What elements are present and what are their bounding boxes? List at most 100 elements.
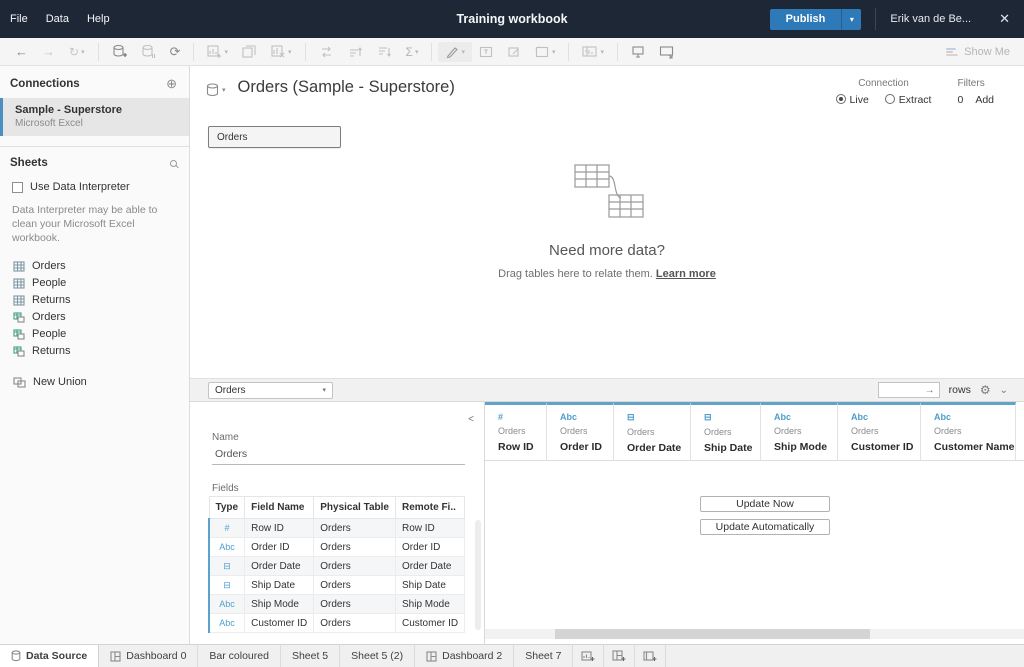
menu-help[interactable]: Help [87,13,110,25]
named-range-item-orders[interactable]: Orders [0,309,189,326]
named-range-item-returns[interactable]: Returns [0,343,189,360]
replay-button[interactable]: ↻▾ [62,42,92,62]
pause-updates-button[interactable] [134,41,163,62]
menu-file[interactable]: File [10,13,28,25]
tab-sheet-5-2[interactable]: Sheet 5 (2) [340,645,415,667]
sheet-item-people[interactable]: People [0,275,189,292]
tab-sheet-5[interactable]: Sheet 5 [281,645,340,667]
col-header-field-name[interactable]: Field Name [245,497,314,519]
filters-label: Filters [957,78,994,89]
text-label-button[interactable] [472,42,500,62]
show-mark-labels-button[interactable]: ▾ [575,42,611,62]
table-row[interactable]: Abc Order IDOrdersOrder ID [209,538,465,557]
highlight-button[interactable]: ▾ [438,42,472,62]
publish-button[interactable]: Publish [770,9,842,30]
tab-bar-coloured[interactable]: Bar coloured [198,645,281,667]
new-story-tab-button[interactable] [635,645,666,667]
search-icon[interactable] [170,160,177,167]
update-automatically-button[interactable]: Update Automatically [700,519,830,535]
duplicate-sheet-button[interactable] [235,42,264,62]
update-now-button[interactable]: Update Now [700,496,830,512]
relate-tables-dropzone[interactable]: Need more data? Drag tables here to rela… [190,161,1024,280]
date-type-icon: ⊟ [704,412,760,423]
sheets-header: Sheets [10,157,48,169]
data-interpreter-checkbox[interactable] [12,182,23,193]
clear-sheet-button[interactable]: ▾ [264,42,299,62]
sheet-item-returns[interactable]: Returns [0,292,189,309]
tab-sheet-7[interactable]: Sheet 7 [514,645,573,667]
tab-dashboard-0[interactable]: Dashboard 0 [99,645,198,667]
tab-data-source[interactable]: Data Source [0,645,99,667]
redo-button[interactable]: → [35,41,62,62]
datasource-caret-icon[interactable]: ▾ [222,86,226,94]
table-row[interactable]: # Row IDOrdersRow ID [209,519,465,538]
table-row[interactable]: Abc Ship ModeOrdersShip Mode [209,595,465,614]
new-dashboard-tab-button[interactable] [604,645,635,667]
share-button[interactable] [624,42,652,62]
use-data-interpreter[interactable]: Use Data Interpreter [0,175,189,195]
close-icon[interactable]: ✕ [993,9,1016,29]
tab-dashboard-2[interactable]: Dashboard 2 [415,645,514,667]
live-radio[interactable]: Live [836,94,869,106]
preview-hscroll-track[interactable] [485,629,1024,639]
table-icon [13,278,25,289]
preview-column-order-date[interactable]: ⊟ Orders Order Date [614,402,691,460]
menu-data[interactable]: Data [46,13,69,25]
connection-item[interactable]: Sample - Superstore Microsoft Excel [0,98,189,136]
orders-table-chip[interactable]: Orders [208,126,341,148]
swap-rows-columns-button[interactable] [312,42,341,62]
table-row[interactable]: ⊟ Order DateOrdersOrder Date [209,557,465,576]
table-name-field[interactable]: Orders [212,446,465,465]
table-row[interactable]: Abc Customer IDOrdersCustomer ID [209,614,465,633]
preview-hscroll-thumb[interactable] [555,629,870,639]
metadata-panel: < Name Orders Fields Type Field Name Phy… [190,402,485,644]
filters-add-link[interactable]: Add [975,94,994,106]
rows-limit-input[interactable]: → [878,382,940,398]
connections-header: Connections [10,78,80,90]
publish-dropdown-button[interactable]: ▾ [841,9,861,30]
user-account[interactable]: Erik van de Be... [890,13,971,25]
empty-state-subtitle: Drag tables here to relate them. Learn m… [190,268,1024,280]
presentation-mode-button[interactable] [652,42,681,62]
fit-selector-button[interactable]: ▾ [528,42,563,62]
annotate-button[interactable] [500,42,528,62]
new-union-item[interactable]: New Union [0,374,189,391]
preview-column-order-id[interactable]: Abc Orders Order ID [547,402,614,460]
col-header-type[interactable]: Type [209,497,245,519]
new-datasource-button[interactable] [105,41,134,62]
preview-column-ship-mode[interactable]: Abc Orders Ship Mode [761,402,838,460]
extract-radio[interactable]: Extract [885,94,932,106]
fields-scrollbar[interactable] [475,520,481,630]
preview-column-customer-name[interactable]: Abc Orders Customer Name [921,402,1016,460]
table-row[interactable]: ⊟ Ship DateOrdersShip Date [209,576,465,595]
learn-more-link[interactable]: Learn more [656,268,716,280]
preview-column-row-id[interactable]: # Orders Row ID [485,402,547,460]
refresh-datasource-button[interactable]: ⟳ [163,41,188,63]
sort-descending-button[interactable] [370,42,399,62]
connection-label: Connection [836,78,932,89]
col-header-physical-table[interactable]: Physical Table [314,497,396,519]
collapse-panel-icon[interactable]: < [468,414,474,425]
named-range-item-people[interactable]: People [0,326,189,343]
undo-button[interactable]: ← [8,41,35,62]
name-label: Name [212,432,239,443]
preview-column-customer-id[interactable]: Abc Orders Customer ID [838,402,921,460]
add-connection-icon[interactable]: ⊕ [166,76,177,92]
datasource-icon[interactable] [206,83,219,97]
table-select-dropdown[interactable]: Orders ▾ [208,382,333,399]
datasource-title[interactable]: Orders (Sample - Superstore) [238,78,455,97]
chevron-down-icon[interactable]: ⌄ [1000,385,1008,396]
new-worksheet-tab-button[interactable] [573,645,604,667]
field-type-icon: ⊟ [209,576,245,595]
new-dashboard-icon [612,650,626,662]
sort-ascending-button[interactable] [341,42,370,62]
string-type-icon: Abc [851,412,920,422]
fields-label: Fields [212,483,239,494]
totals-button[interactable]: Σ▾ [399,42,426,62]
col-header-remote[interactable]: Remote Fi.. [395,497,464,519]
preview-column-ship-date[interactable]: ⊟ Orders Ship Date [691,402,761,460]
sheet-item-orders[interactable]: Orders [0,258,189,275]
new-worksheet-button[interactable]: ▾ [200,42,235,62]
gear-icon[interactable]: ⚙ [980,383,991,397]
show-me-button[interactable]: Show Me [946,46,1024,58]
